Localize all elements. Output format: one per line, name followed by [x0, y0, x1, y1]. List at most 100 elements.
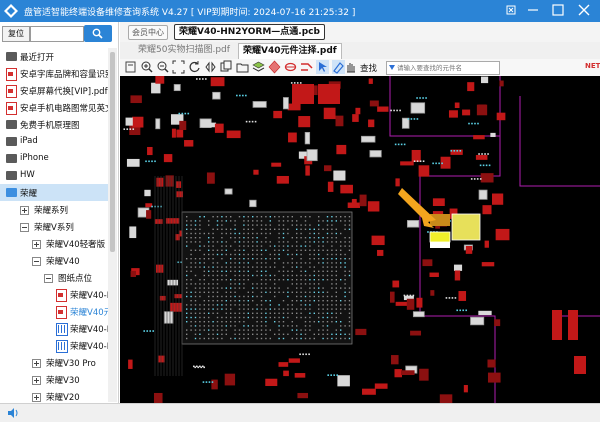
tree-item[interactable]: 荣耀V40: [0, 252, 108, 269]
bga-pad: [225, 253, 227, 256]
bga-pad: [282, 300, 285, 302]
bga-pad: [238, 258, 241, 260]
document-tab-bar: 荣耀50实物扫描图.pdf 荣耀V40元件注择.pdf: [120, 42, 600, 59]
bga-pad: [322, 279, 324, 281]
bga-pad: [230, 279, 232, 281]
speaker-icon[interactable]: [7, 407, 19, 419]
minimize-icon[interactable]: [525, 2, 541, 18]
tree-item[interactable]: 安卓字库品牌和容量识别: [0, 65, 108, 82]
bga-pad: [216, 262, 219, 264]
tree-search-button[interactable]: [84, 25, 112, 42]
reset-button[interactable]: 复位: [2, 26, 30, 42]
bga-pad: [194, 300, 197, 302]
pcb-canvas[interactable]: [120, 76, 600, 403]
fit-icon[interactable]: [172, 60, 185, 74]
bga-pad: [260, 325, 263, 327]
zoom-in-icon[interactable]: [140, 60, 153, 74]
layers-icon[interactable]: [252, 60, 265, 74]
bga-pad: [309, 228, 311, 230]
pcb-component: [184, 140, 194, 147]
tree-item[interactable]: 免费手机原理图: [0, 116, 108, 133]
bga-pad: [340, 266, 342, 268]
pcb-component: [147, 146, 153, 156]
bga-pad: [278, 333, 280, 335]
tree-item[interactable]: 荣耀: [0, 184, 108, 201]
bga-pad: [278, 291, 280, 293]
open-icon[interactable]: [124, 60, 137, 74]
pcb-component: [454, 270, 461, 281]
component-icon[interactable]: [284, 60, 297, 74]
bga-pad: [221, 304, 223, 306]
tree-item[interactable]: 荣耀V40-H: [0, 337, 108, 354]
tree-item[interactable]: 图纸点位: [0, 269, 108, 286]
bga-pad: [326, 241, 329, 243]
tree-item[interactable]: HW: [0, 167, 108, 184]
bga-pad: [256, 220, 258, 222]
bga-pad: [265, 249, 267, 251]
dropdown-arrow-icon[interactable]: [389, 65, 395, 70]
tree-item[interactable]: 荣耀V40轻奢版: [0, 235, 108, 252]
tree-item[interactable]: 荣耀V40-H: [0, 320, 108, 337]
copy-icon[interactable]: [220, 60, 233, 74]
bga-pad: [326, 279, 329, 281]
tree-item[interactable]: 荣耀V系列: [0, 218, 108, 235]
diamond-icon[interactable]: [268, 60, 281, 74]
find-input[interactable]: [386, 61, 500, 75]
bga-pad: [274, 312, 276, 314]
maximize-icon[interactable]: [550, 2, 566, 18]
tree-item[interactable]: 安卓屏幕代换[VIP].pdf: [0, 82, 108, 99]
restore-icon[interactable]: [503, 2, 519, 18]
tree-search-input[interactable]: [30, 26, 84, 42]
folder-icon[interactable]: [236, 60, 249, 74]
tab-component-pdf[interactable]: 荣耀V40元件注择.pdf: [238, 43, 342, 59]
pcb-pad: [336, 374, 339, 376]
tree-item[interactable]: 最近打开: [0, 48, 108, 65]
zoom-out-icon[interactable]: [156, 60, 169, 74]
tree-item[interactable]: 荣耀V30: [0, 371, 108, 388]
bga-pad: [304, 262, 307, 264]
bga-pad: [230, 283, 232, 285]
tree-scrollbar[interactable]: [108, 48, 117, 402]
tree-item[interactable]: iPhone: [0, 150, 108, 167]
hand-icon[interactable]: [344, 60, 357, 74]
bga-pad: [335, 220, 337, 222]
bga-pad: [309, 300, 311, 302]
rotate-icon[interactable]: [188, 60, 201, 74]
find-text-field[interactable]: [397, 62, 497, 74]
bga-pad: [252, 220, 254, 222]
bga-pad: [287, 279, 289, 281]
tree-item[interactable]: 荣耀V20: [0, 388, 108, 402]
tree-item[interactable]: 荣耀V40-H: [0, 286, 108, 303]
bga-pad: [252, 232, 254, 235]
bga-pad: [274, 253, 276, 256]
tree-item-label: 荣耀V30: [46, 376, 80, 386]
member-center-button[interactable]: 会员中心: [128, 25, 168, 40]
pcb-component: [253, 169, 259, 175]
pcb-component: [154, 219, 163, 224]
tab-pcb[interactable]: 荣耀V40-HN2YORM—点通.pcb: [174, 24, 325, 40]
bga-pad: [269, 216, 271, 218]
tree-item[interactable]: 荣耀系列: [0, 201, 108, 218]
bga-pad: [309, 325, 311, 327]
bga-pad: [326, 321, 329, 323]
bga-pad: [318, 316, 320, 319]
pointer-icon[interactable]: [316, 60, 329, 74]
close-icon[interactable]: [576, 2, 592, 18]
tree-item[interactable]: iPad: [0, 133, 108, 150]
pcb-pad: [468, 122, 470, 125]
pcb-pad: [450, 150, 453, 152]
tab-scan-pdf[interactable]: 荣耀50实物扫描图.pdf: [136, 43, 232, 58]
bga-pad: [287, 333, 289, 335]
pcb-pad: [394, 143, 397, 146]
flip-icon[interactable]: [204, 60, 217, 74]
tree-item[interactable]: 荣耀V30 Pro: [0, 354, 108, 371]
bga-pad: [291, 279, 293, 281]
pcb-component: [159, 295, 166, 301]
pcb-component: [273, 110, 283, 119]
bga-pad: [230, 312, 232, 314]
tree-item[interactable]: 安卓手机电路图常见英文: [0, 99, 108, 116]
net-icon[interactable]: [300, 60, 313, 74]
bga-pad: [291, 262, 293, 264]
tree-item[interactable]: 荣耀V40元: [0, 303, 108, 320]
pcb-drawing[interactable]: [120, 76, 600, 403]
